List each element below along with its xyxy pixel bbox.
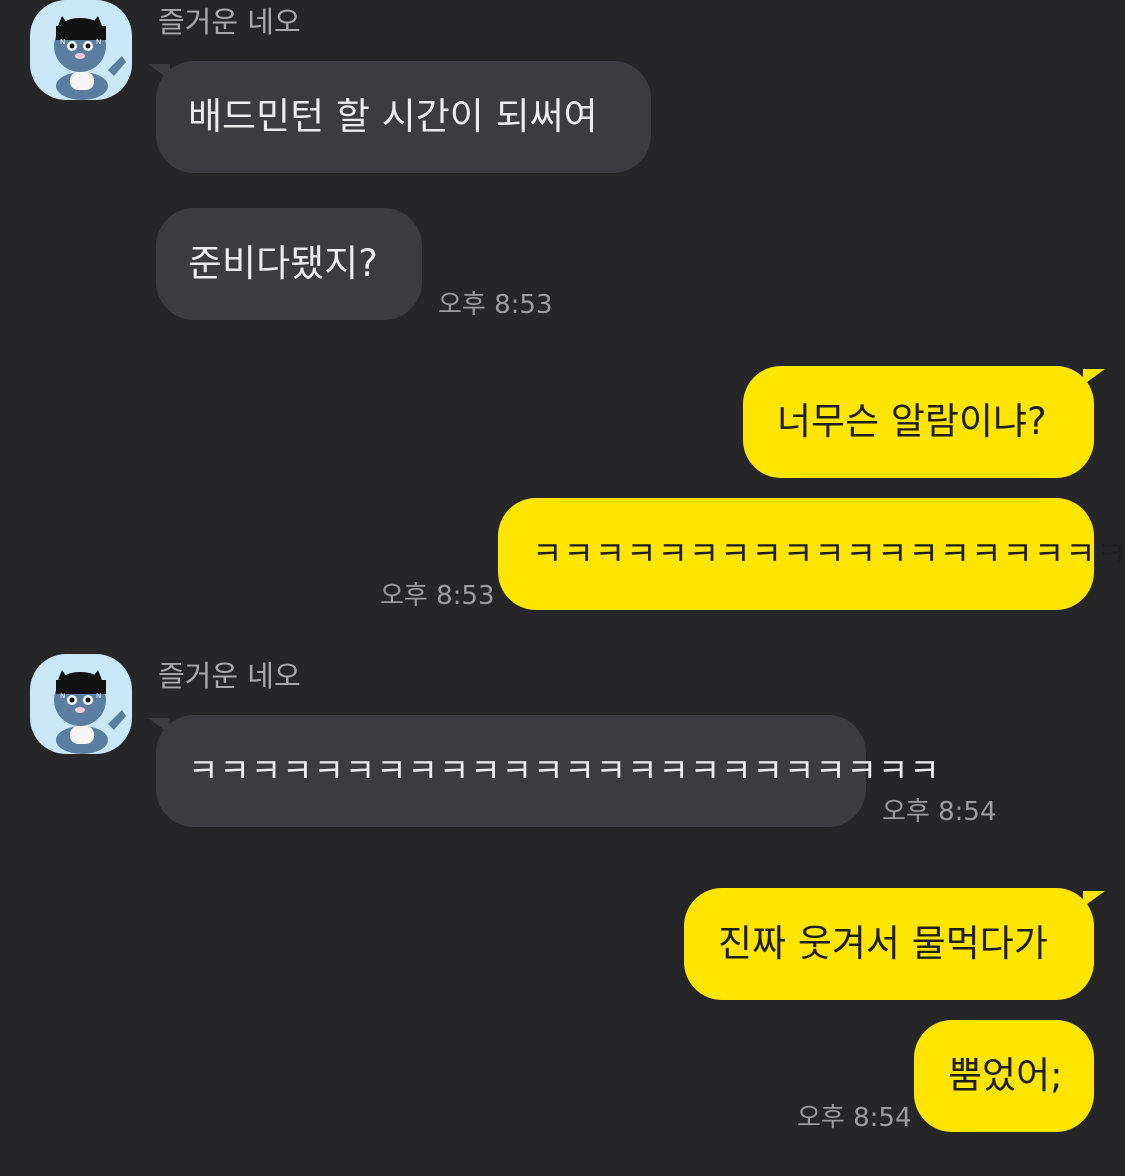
neo-cat-avatar-icon[interactable]: N N bbox=[30, 654, 132, 754]
sender-name: 즐거운 네오 bbox=[158, 659, 301, 693]
message-bubble-outgoing[interactable]: 진짜 웃겨서 물먹다가 bbox=[684, 888, 1094, 1000]
message-bubble-incoming[interactable]: 배드민턴 할 시간이 되써여 bbox=[156, 61, 651, 173]
message-timestamp: 오후 8:54 bbox=[797, 1103, 912, 1133]
message-bubble-incoming[interactable]: 준비다됐지? bbox=[156, 208, 422, 320]
message-bubble-outgoing[interactable]: 뿜었어; bbox=[914, 1020, 1094, 1132]
svg-text:N: N bbox=[96, 38, 101, 46]
sender-name: 즐거운 네오 bbox=[158, 5, 301, 39]
message-bubble-outgoing[interactable]: 너무슨 알람이냐? bbox=[743, 366, 1094, 478]
message-timestamp: 오후 8:53 bbox=[438, 290, 553, 320]
message-timestamp: 오후 8:54 bbox=[882, 797, 997, 827]
svg-text:N: N bbox=[96, 692, 101, 700]
svg-text:N: N bbox=[60, 692, 65, 700]
message-bubble-incoming[interactable]: ㅋㅋㅋㅋㅋㅋㅋㅋㅋㅋㅋㅋㅋㅋㅋㅋㅋㅋㅋㅋㅋㅋㅋㅋ bbox=[156, 715, 940, 827]
svg-text:N: N bbox=[60, 38, 65, 46]
neo-cat-avatar-icon[interactable]: N N bbox=[30, 0, 132, 100]
message-bubble-outgoing[interactable]: ㅋㅋㅋㅋㅋㅋㅋㅋㅋㅋㅋㅋㅋㅋㅋㅋㅋㅋㅋㅋ bbox=[498, 498, 1125, 610]
message-timestamp: 오후 8:53 bbox=[380, 581, 495, 611]
